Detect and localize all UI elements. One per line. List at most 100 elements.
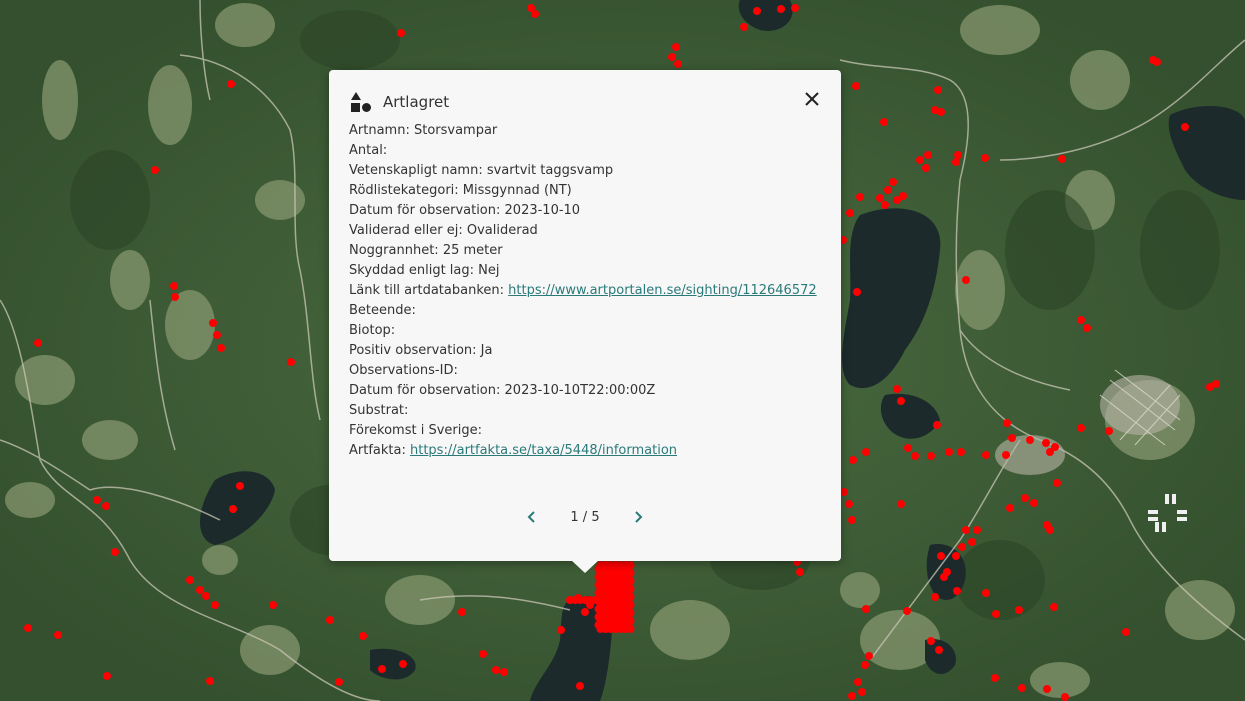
observation-marker[interactable] [953,587,961,595]
observation-marker[interactable] [209,319,217,327]
observation-marker[interactable] [227,80,235,88]
close-icon[interactable] [803,90,821,108]
observation-marker[interactable] [1003,419,1011,427]
observation-marker[interactable] [397,29,405,37]
observation-marker[interactable] [287,358,295,366]
observation-marker[interactable] [753,7,761,15]
observation-marker[interactable] [531,10,539,18]
observation-marker[interactable] [557,626,565,634]
observation-marker[interactable] [952,158,960,166]
observation-marker[interactable] [1006,504,1014,512]
observation-marker[interactable] [378,665,386,673]
observation-marker[interactable] [586,601,594,609]
observation-marker[interactable] [211,601,219,609]
observation-marker[interactable] [399,660,407,668]
observation-marker[interactable] [626,625,635,633]
observation-marker[interactable] [202,592,210,600]
observation-marker[interactable] [206,677,214,685]
observation-marker[interactable] [934,86,942,94]
observation-marker[interactable] [903,607,911,615]
observation-marker[interactable] [845,500,853,508]
observation-marker[interactable] [840,488,848,496]
observation-marker[interactable] [1050,603,1058,611]
observation-marker[interactable] [674,60,682,68]
observation-marker[interactable] [151,166,159,174]
observation-marker[interactable] [1105,427,1113,435]
observation-marker[interactable] [853,288,861,296]
observation-marker[interactable] [852,82,860,90]
observation-marker[interactable] [229,505,237,513]
observation-marker[interactable] [1046,448,1054,456]
observation-marker[interactable] [889,178,897,186]
observation-marker[interactable] [791,4,799,12]
observation-marker[interactable] [884,186,892,194]
observation-marker[interactable] [1083,324,1091,332]
observation-marker[interactable] [479,650,487,658]
observation-marker[interactable] [982,451,990,459]
observation-marker[interactable] [1042,439,1050,447]
observation-marker[interactable] [1058,155,1066,163]
observation-marker[interactable] [982,589,990,597]
observation-marker[interactable] [500,668,508,676]
observation-marker[interactable] [954,151,962,159]
observation-marker[interactable] [777,5,785,13]
observation-marker[interactable] [492,666,500,674]
observation-marker[interactable] [911,452,919,460]
observation-marker[interactable] [1153,58,1161,66]
observation-marker[interactable] [861,661,869,669]
observation-marker[interactable] [236,482,244,490]
observation-marker[interactable] [848,692,856,700]
observation-marker[interactable] [34,339,42,347]
observation-marker[interactable] [858,688,866,696]
observation-marker[interactable] [796,568,804,576]
observation-marker[interactable] [927,452,935,460]
observation-marker[interactable] [217,344,225,352]
observation-marker[interactable] [973,526,981,534]
observation-marker[interactable] [1015,606,1023,614]
observation-marker[interactable] [359,632,367,640]
observation-marker[interactable] [876,194,884,202]
observation-marker[interactable] [897,397,905,405]
observation-marker[interactable] [924,151,932,159]
observation-marker[interactable] [897,500,905,508]
observation-marker[interactable] [862,605,870,613]
observation-marker[interactable] [668,53,676,61]
observation-marker[interactable] [93,496,101,504]
observation-marker[interactable] [893,385,901,393]
chevron-right-icon[interactable] [627,506,649,528]
observation-marker[interactable] [1077,424,1085,432]
observation-marker[interactable] [862,448,870,456]
observation-marker[interactable] [740,23,748,31]
observation-marker[interactable] [102,502,110,510]
observation-marker[interactable] [269,601,277,609]
observation-marker[interactable] [186,576,194,584]
observation-marker[interactable] [576,682,584,690]
observation-marker[interactable] [1053,479,1061,487]
observation-marker[interactable] [856,193,864,201]
observation-marker[interactable] [196,586,204,594]
observation-marker[interactable] [952,552,960,560]
observation-marker[interactable] [958,543,966,551]
observation-marker[interactable] [962,276,970,284]
observation-marker[interactable] [937,108,945,116]
observation-marker[interactable] [1046,526,1054,534]
observation-marker[interactable] [1061,693,1069,701]
observation-marker[interactable] [1002,451,1010,459]
observation-marker[interactable] [981,154,989,162]
observation-marker[interactable] [574,594,582,602]
observation-marker[interactable] [335,678,343,686]
observation-marker[interactable] [326,616,334,624]
observation-marker[interactable] [1043,685,1051,693]
observation-marker[interactable] [103,672,111,680]
observation-marker[interactable] [940,573,948,581]
observation-marker[interactable] [957,448,965,456]
observation-marker[interactable] [1021,494,1029,502]
observation-marker[interactable] [899,192,907,200]
chevron-left-icon[interactable] [521,506,543,528]
observation-marker[interactable] [213,331,221,339]
observation-marker[interactable] [1181,123,1189,131]
observation-marker[interactable] [1008,434,1016,442]
observation-marker[interactable] [881,201,889,209]
observation-marker[interactable] [931,593,939,601]
observation-marker[interactable] [1077,316,1085,324]
